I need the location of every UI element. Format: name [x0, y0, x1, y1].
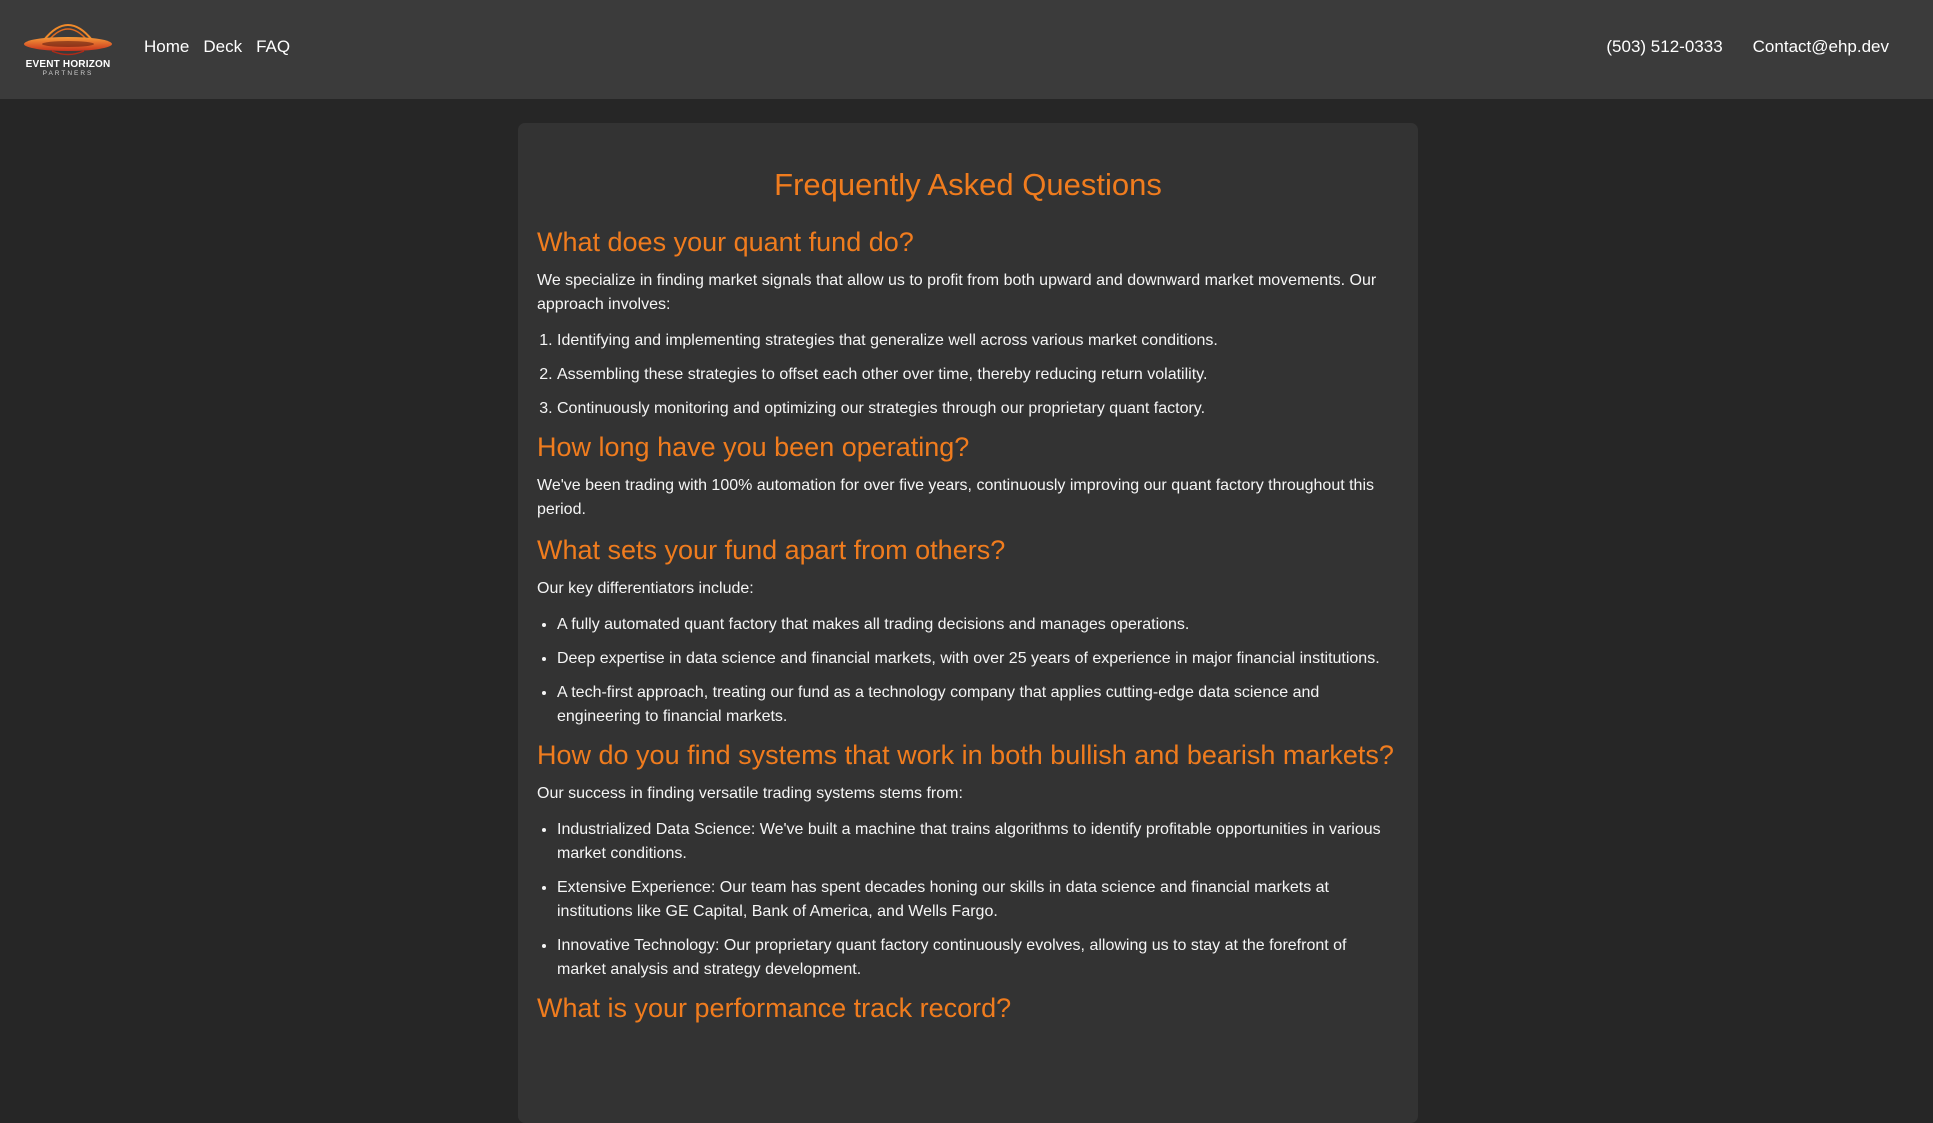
nav-faq-link[interactable]: FAQ	[256, 36, 290, 58]
faq-section-differentiators: What sets your fund apart from others? O…	[537, 534, 1399, 729]
list-item: A tech-first approach, treating our fund…	[557, 681, 1399, 729]
faq-section-operating-time: How long have you been operating? We've …	[537, 431, 1399, 522]
event-horizon-logo-icon	[24, 24, 112, 56]
page-title: Frequently Asked Questions	[774, 167, 1162, 202]
list-item: Deep expertise in data science and finan…	[557, 647, 1399, 671]
site-header: EVENT HORIZON PARTNERS Home Deck FAQ (50…	[0, 0, 1933, 99]
faq-question: What does your quant fund do?	[537, 227, 914, 257]
faq-bullet-list: A fully automated quant factory that mak…	[537, 613, 1399, 729]
faq-ordered-list: Identifying and implementing strategies …	[537, 329, 1399, 421]
faq-question: How long have you been operating?	[537, 432, 970, 462]
contact-links: (503) 512-0333 Contact@ehp.dev	[1606, 36, 1889, 58]
list-item: Identifying and implementing strategies …	[557, 329, 1399, 353]
logo-subtitle: PARTNERS	[42, 70, 94, 77]
faq-question: What sets your fund apart from others?	[537, 535, 1006, 565]
main-nav: Home Deck FAQ	[144, 36, 290, 58]
faq-card: Frequently Asked Questions What does you…	[518, 123, 1418, 1123]
list-item: Continuously monitoring and optimizing o…	[557, 397, 1399, 421]
faq-section-bull-bear-systems: How do you find systems that work in bot…	[537, 739, 1399, 982]
list-item: Innovative Technology: Our proprietary q…	[557, 934, 1399, 982]
nav-home-link[interactable]: Home	[144, 36, 189, 58]
email-link[interactable]: Contact@ehp.dev	[1753, 36, 1889, 58]
faq-answer-intro: Our key differentiators include:	[537, 580, 754, 597]
faq-section-track-record: What is your performance track record?	[537, 992, 1399, 1025]
faq-answer-intro: We specialize in finding market signals …	[537, 272, 1377, 313]
phone-link[interactable]: (503) 512-0333	[1606, 36, 1722, 58]
list-item: Assembling these strategies to offset ea…	[557, 363, 1399, 387]
faq-question: What is your performance track record?	[537, 993, 1012, 1023]
list-item: Industrialized Data Science: We've built…	[557, 818, 1399, 866]
faq-bullet-list: Industrialized Data Science: We've built…	[537, 818, 1399, 982]
faq-section-what-we-do: What does your quant fund do? We special…	[537, 226, 1399, 421]
faq-question: How do you find systems that work in bot…	[537, 740, 1394, 770]
list-item: Extensive Experience: Our team has spent…	[557, 876, 1399, 924]
nav-deck-link[interactable]: Deck	[203, 36, 242, 58]
logo-title: EVENT HORIZON	[25, 59, 111, 70]
faq-answer-intro: Our success in finding versatile trading…	[537, 785, 963, 802]
event-horizon-logo[interactable]: EVENT HORIZON PARTNERS	[22, 14, 114, 80]
list-item: A fully automated quant factory that mak…	[557, 613, 1399, 637]
faq-answer: We've been trading with 100% automation …	[537, 477, 1374, 518]
